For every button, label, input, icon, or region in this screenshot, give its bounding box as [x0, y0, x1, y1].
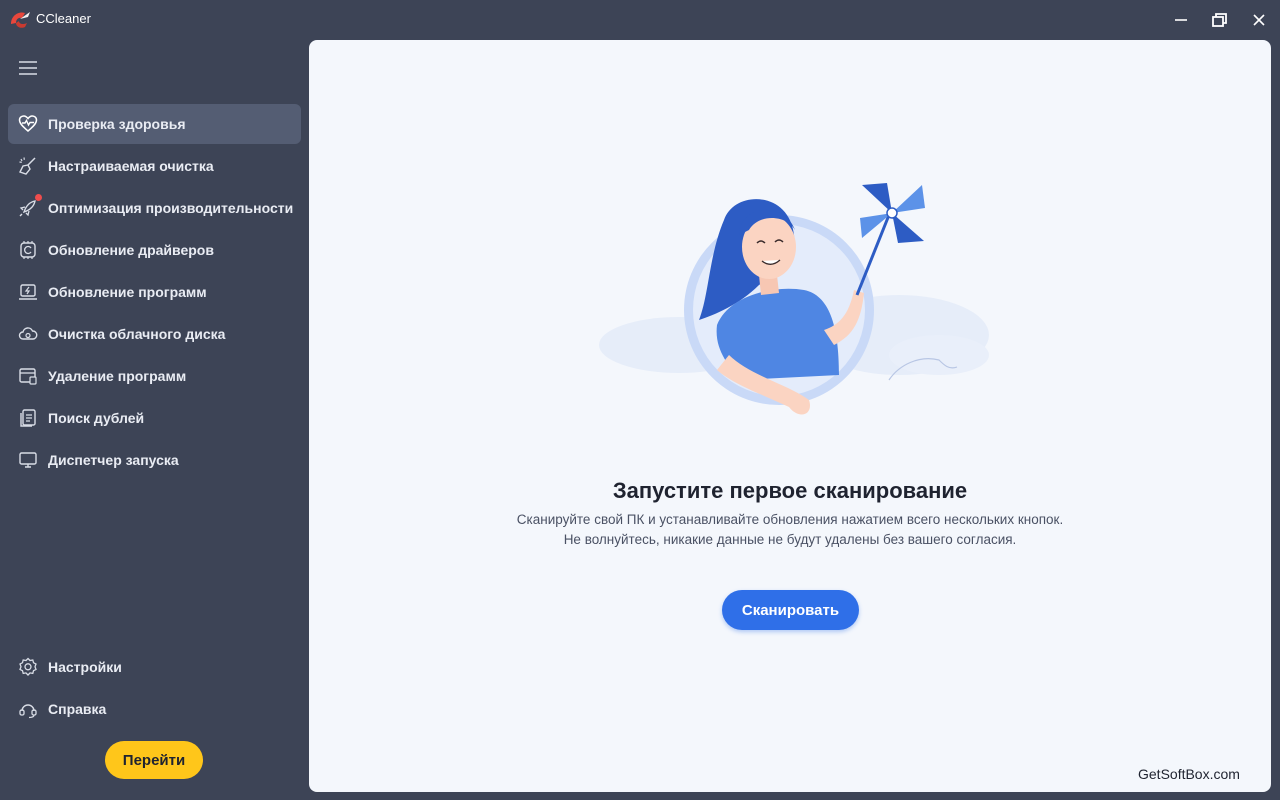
app-title: CCleaner: [36, 11, 91, 26]
sidebar-item-performance[interactable]: Оптимизация производительности: [8, 188, 301, 228]
sidebar-item-label: Обновление программ: [48, 284, 207, 300]
main-panel: Запустите первое сканирование Сканируйте…: [309, 40, 1271, 792]
sidebar-item-custom-clean[interactable]: Настраиваемая очистка: [8, 146, 301, 186]
sidebar-item-label: Настраиваемая очистка: [48, 158, 214, 174]
hamburger-menu-icon[interactable]: [16, 58, 40, 78]
gear-icon: [19, 657, 37, 676]
duplicates-icon: [20, 409, 36, 427]
maximize-button[interactable]: [1207, 8, 1233, 32]
sidebar-item-label: Справка: [48, 701, 107, 717]
page-title: Запустите первое сканирование: [612, 478, 968, 503]
heart-pulse-icon: [18, 115, 38, 132]
help-icon: [19, 704, 37, 719]
minimize-icon: [1175, 19, 1187, 21]
sidebar-item-driver-update[interactable]: Обновление драйверов: [8, 230, 301, 270]
page-description: Сканируйте свой ПК и устанавливайте обно…: [510, 510, 1070, 550]
woman-with-pinwheel-illustration: [599, 183, 989, 415]
rocket-icon: [19, 200, 36, 217]
notification-badge: [35, 194, 42, 201]
sidebar-item-startup-manager[interactable]: Диспетчер запуска: [8, 440, 301, 480]
sidebar-item-label: Очистка облачного диска: [48, 326, 226, 342]
ccleaner-logo-icon: [11, 12, 30, 28]
uninstall-icon: [19, 368, 37, 385]
sidebar-item-cloud-clean[interactable]: Очистка облачного диска: [8, 314, 301, 354]
sidebar-item-label: Диспетчер запуска: [48, 452, 179, 468]
driver-chip-icon: [20, 241, 36, 259]
monitor-icon: [19, 452, 37, 468]
close-icon: [1253, 14, 1265, 26]
sidebar-item-software-update[interactable]: Обновление программ: [8, 272, 301, 312]
sidebar-item-label: Проверка здоровья: [48, 116, 186, 132]
minimize-button[interactable]: [1168, 8, 1194, 32]
sidebar-item-duplicates[interactable]: Поиск дублей: [8, 398, 301, 438]
sidebar-item-label: Обновление драйверов: [48, 242, 214, 258]
description-line: Не волнуйтесь, никакие данные не будут у…: [563, 532, 1017, 547]
go-button[interactable]: Перейти: [105, 741, 203, 779]
sidebar-nav: Проверка здоровья Настраиваемая очистка …: [8, 104, 301, 482]
sidebar-item-health-check[interactable]: Проверка здоровья: [8, 104, 301, 144]
restore-icon: [1212, 13, 1227, 27]
sidebar-item-label: Поиск дублей: [48, 410, 145, 426]
title-bar: CCleaner: [0, 0, 1280, 40]
close-button[interactable]: [1246, 8, 1272, 32]
description-line: Сканируйте свой ПК и устанавливайте обно…: [516, 512, 1064, 527]
sidebar-item-settings[interactable]: Настройки: [8, 647, 301, 687]
watermark-text: GetSoftBox.com: [1138, 766, 1240, 782]
cloud-icon: [18, 327, 38, 340]
sidebar-item-label: Удаление программ: [48, 368, 187, 384]
sidebar-item-label: Оптимизация производительности: [48, 200, 294, 216]
broom-icon: [19, 157, 36, 175]
sidebar-item-label: Настройки: [48, 659, 122, 675]
sidebar-bottom-nav: Настройки Справка: [8, 647, 301, 731]
sidebar-item-uninstall[interactable]: Удаление программ: [8, 356, 301, 396]
software-update-icon: [19, 284, 37, 300]
sidebar-item-help[interactable]: Справка: [8, 689, 301, 729]
scan-button[interactable]: Сканировать: [722, 590, 859, 630]
